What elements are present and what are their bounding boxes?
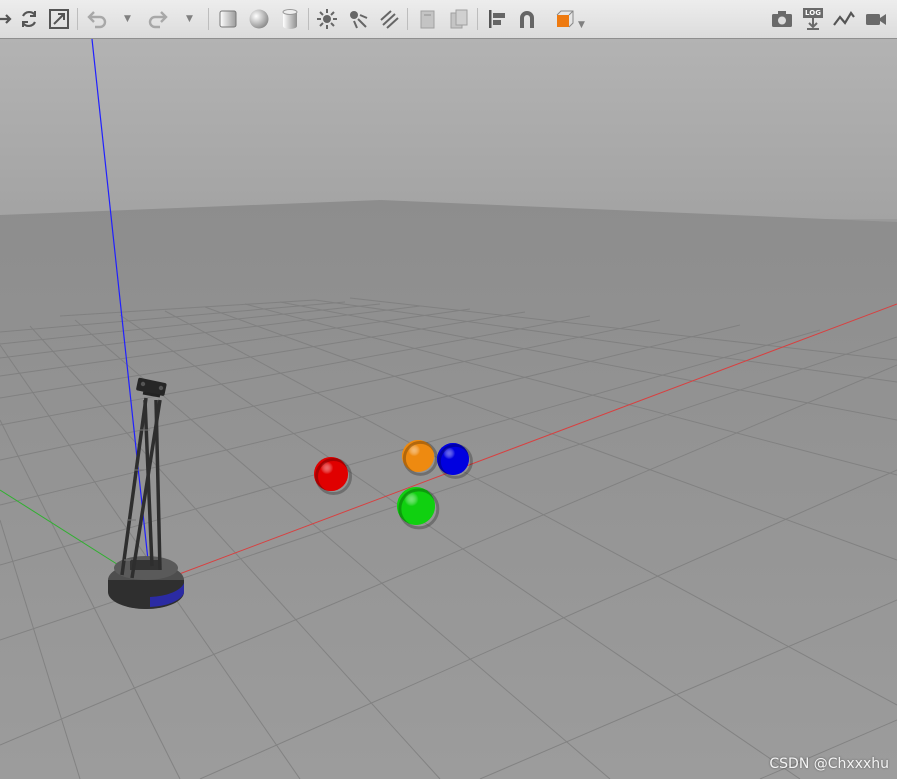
directional-light-button[interactable] bbox=[377, 7, 401, 31]
sky-background bbox=[0, 39, 897, 219]
box-icon bbox=[217, 8, 239, 30]
redo-dropdown-icon[interactable]: ▼ bbox=[186, 14, 193, 24]
spot-light-button[interactable] bbox=[346, 7, 370, 31]
point-light-button[interactable] bbox=[315, 7, 339, 31]
scale-mode-button[interactable] bbox=[47, 7, 71, 31]
rotate-icon bbox=[18, 8, 40, 30]
rotate-mode-button[interactable] bbox=[17, 7, 41, 31]
copy-button[interactable] bbox=[416, 7, 440, 31]
insert-box-button[interactable] bbox=[216, 7, 240, 31]
undo-dropdown-icon[interactable]: ▼ bbox=[124, 14, 131, 24]
view-cube-icon bbox=[554, 8, 576, 30]
align-button[interactable] bbox=[485, 7, 509, 31]
log-button[interactable]: LOG bbox=[801, 7, 825, 31]
screenshot-button[interactable] bbox=[770, 7, 794, 31]
snap-button[interactable] bbox=[515, 7, 539, 31]
directional-light-icon bbox=[378, 8, 400, 30]
view-angle-button[interactable] bbox=[553, 7, 577, 31]
plot-button[interactable] bbox=[832, 7, 856, 31]
cylinder-icon bbox=[279, 8, 301, 30]
paste-button[interactable] bbox=[447, 7, 471, 31]
undo-icon bbox=[86, 9, 108, 29]
insert-sphere-button[interactable] bbox=[247, 7, 271, 31]
align-icon bbox=[486, 8, 508, 30]
sphere-icon bbox=[248, 8, 270, 30]
view-angle-dropdown-icon[interactable]: ▼ bbox=[578, 20, 585, 30]
translate-icon bbox=[0, 9, 14, 29]
paste-icon bbox=[448, 8, 470, 30]
magnet-icon bbox=[516, 8, 538, 30]
watermark: CSDN @Chxxxhu bbox=[769, 756, 889, 772]
gazebo-3d-viewport[interactable] bbox=[0, 39, 897, 779]
video-icon bbox=[864, 9, 888, 29]
record-video-button[interactable] bbox=[864, 7, 888, 31]
camera-icon bbox=[770, 9, 794, 29]
redo-icon bbox=[147, 9, 169, 29]
translate-mode-button[interactable] bbox=[0, 7, 16, 31]
toolbar: ▼ ▼ ▼ LOG bbox=[0, 0, 897, 39]
undo-button[interactable] bbox=[85, 7, 109, 31]
log-label: LOG bbox=[803, 8, 823, 18]
plot-icon bbox=[832, 9, 856, 29]
log-icon: LOG bbox=[803, 8, 823, 30]
point-light-icon bbox=[316, 8, 338, 30]
spot-light-icon bbox=[347, 8, 369, 30]
copy-icon bbox=[417, 8, 439, 30]
scale-icon bbox=[48, 8, 70, 30]
insert-cylinder-button[interactable] bbox=[278, 7, 302, 31]
redo-button[interactable] bbox=[146, 7, 170, 31]
